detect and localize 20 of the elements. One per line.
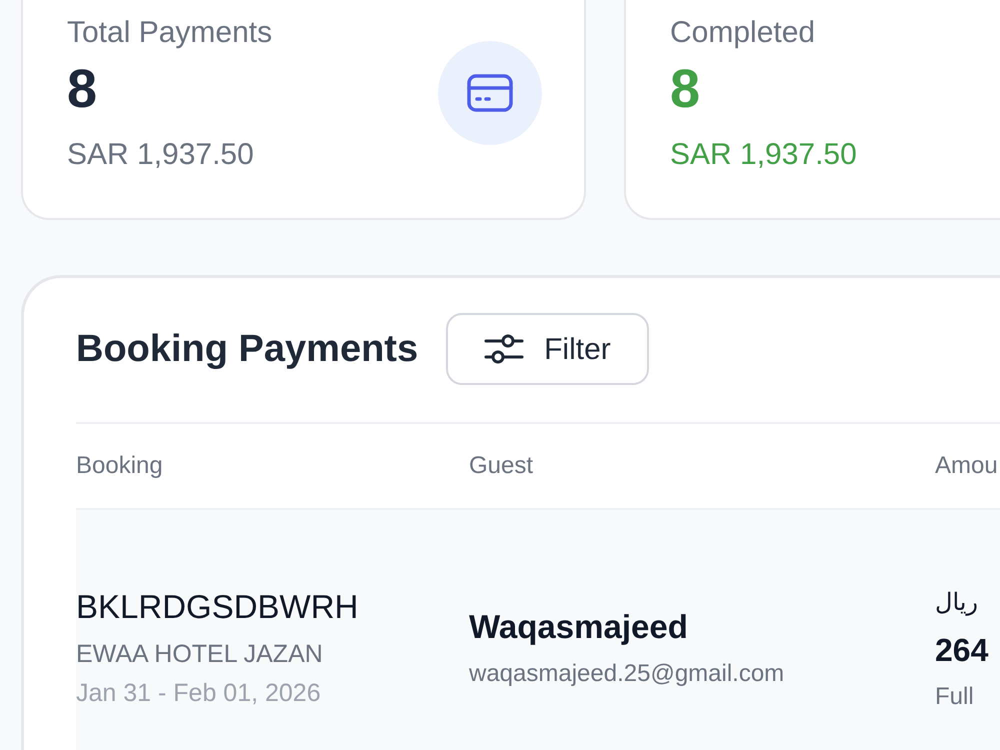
stat-label: Completed — [670, 15, 816, 51]
column-header: Booking — [76, 452, 163, 479]
filter-button[interactable]: Filter — [446, 313, 649, 385]
payment-type: Full — [935, 682, 974, 712]
stat-count: 8 — [670, 61, 700, 117]
guest-name: Waqasmajeed — [469, 606, 688, 646]
panel-title: Booking Payments — [76, 327, 418, 372]
stat-amount: SAR 1,937.50 — [67, 137, 254, 173]
stat-label: Total Payments — [67, 15, 272, 51]
column-header: Amou — [935, 452, 998, 479]
currency-label: ريال — [935, 586, 978, 618]
guest-email: waqasmajeed.25@gmail.com — [469, 658, 784, 688]
stay-dates: Jan 31 - Feb 01, 2026 — [76, 678, 321, 708]
stat-amount: SAR 1,937.50 — [670, 137, 857, 173]
column-header: Guest — [469, 452, 534, 479]
hotel-name: EWAA HOTEL JAZAN — [76, 638, 323, 670]
amount-value: 264 — [935, 630, 988, 670]
sliders-icon — [484, 334, 524, 364]
stat-count: 8 — [67, 61, 98, 117]
booking-code: BKLRDGSDBWRH — [76, 586, 358, 626]
